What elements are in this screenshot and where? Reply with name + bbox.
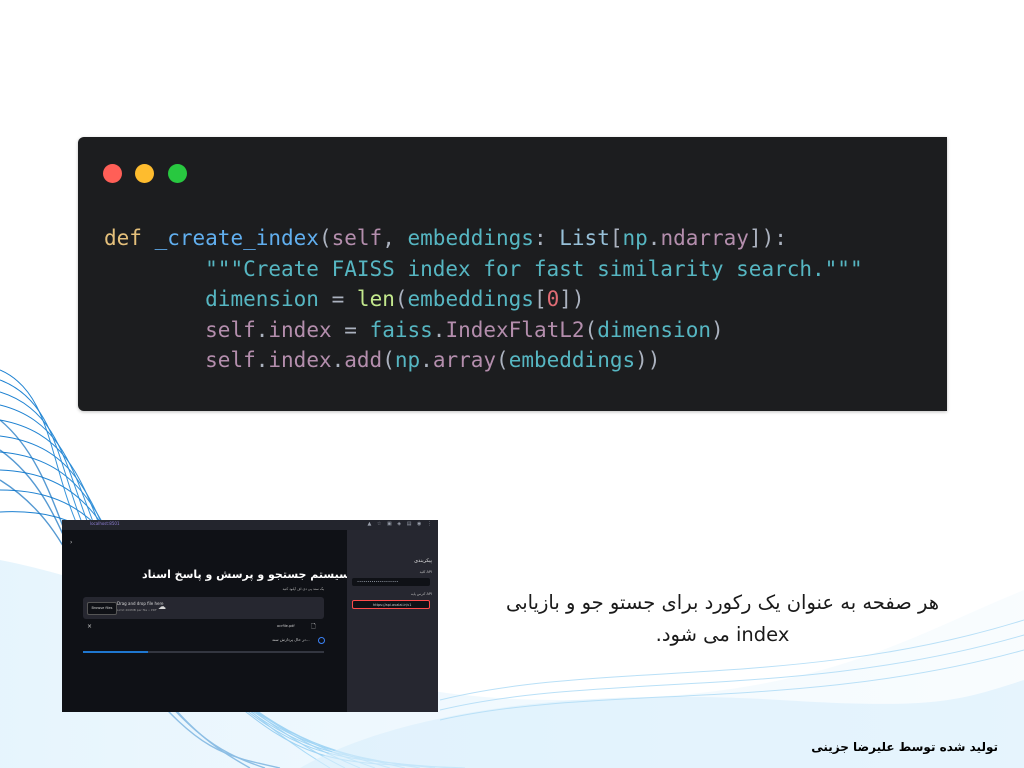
base-url-label: آدرس پایه API — [410, 592, 432, 596]
api-key-input[interactable]: •••••••••••••••••••• — [352, 578, 430, 586]
app-title: سیستم جستجو و پرسش و پاسخ اسناد — [142, 568, 350, 581]
spinner-icon — [318, 637, 325, 644]
code-block: def _create_index(self, embeddings: List… — [104, 223, 863, 376]
browser-tab: localhost:8501 — [90, 521, 120, 526]
progress-fill — [83, 651, 149, 653]
maximize-dot-icon — [168, 164, 187, 183]
minimize-dot-icon — [135, 164, 154, 183]
file-dropzone[interactable]: Browse files Drag and drop file here Lim… — [83, 597, 324, 619]
file-icon: 🗋 — [311, 623, 316, 630]
author-credit: تولید شده توسط علیرضا جزینی — [811, 740, 998, 754]
app-subtitle: یک سند پی دی اف آپلود کنید — [282, 587, 325, 591]
slide-caption: هر صفحه به عنوان یک رکورد برای جستو جو و… — [505, 591, 940, 646]
uploaded-file-name: ocrfile.pdf — [277, 624, 295, 628]
code-line: dimension = len(embeddings[0]) — [205, 287, 585, 311]
cloud-upload-icon: ☁ — [158, 602, 166, 611]
dropzone-text: Drag and drop file here — [117, 601, 164, 606]
browser-toolbar: localhost:8501 ▲ ☆ ▣ ◈ ▤ ◉ ⋮ — [62, 520, 438, 530]
code-line: """Create FAISS index for fast similarit… — [205, 256, 863, 281]
dropzone-limit: Limit 200MB per file • PDF — [117, 608, 157, 612]
close-dot-icon — [103, 164, 122, 183]
toolbar-icons: ▲ ☆ ▣ ◈ ▤ ◉ ⋮ — [367, 521, 434, 527]
processing-status: در حال پردازش سند... — [272, 637, 310, 642]
chevron-right-icon[interactable]: › — [70, 539, 72, 546]
code-line: self.index = faiss.IndexFlatL2(dimension… — [205, 317, 724, 342]
progress-bar — [83, 651, 324, 653]
code-line: self.index.add(np.array(embeddings)) — [205, 348, 661, 372]
api-key-label: کلید API — [419, 570, 432, 574]
sidebar: پیکربندی کلید API •••••••••••••••••••• آ… — [347, 530, 438, 712]
browse-files-button[interactable]: Browse files — [87, 602, 117, 615]
close-icon[interactable]: × — [87, 623, 92, 630]
app-screenshot: localhost:8501 ▲ ☆ ▣ ◈ ▤ ◉ ⋮ › سیستم جست… — [62, 520, 438, 712]
base-url-input[interactable]: https://api.avalai.ir/v1 — [352, 600, 430, 609]
sidebar-title: پیکربندی — [414, 558, 432, 564]
code-line: def _create_index(self, embeddings: List… — [104, 226, 787, 250]
